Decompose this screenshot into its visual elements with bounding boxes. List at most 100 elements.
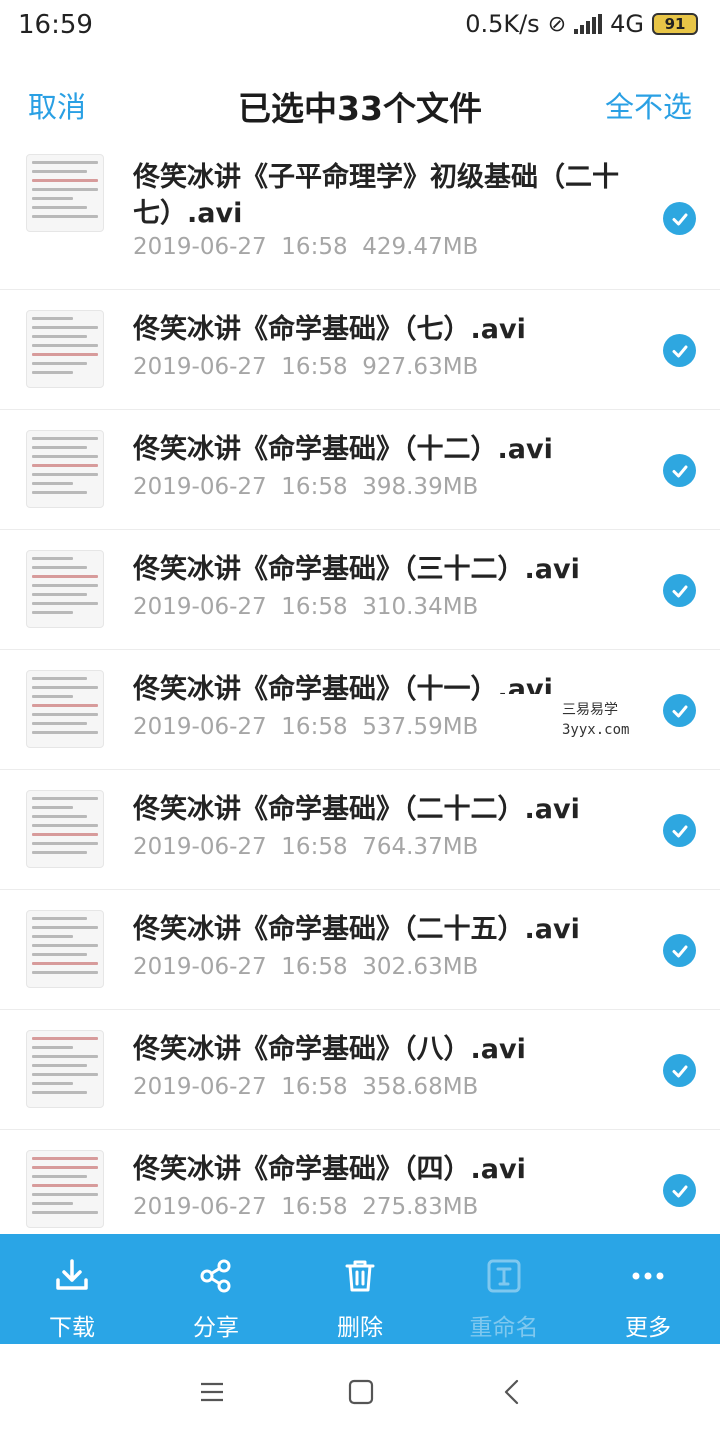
- file-time: 16:58: [281, 714, 348, 740]
- file-meta: 2019-06-27 16:58 310.34MB: [133, 594, 478, 620]
- file-row[interactable]: 佟笑冰讲《子平命理学》初级基础（二十七）.avi 2019-06-27 16:5…: [0, 150, 720, 290]
- file-size: 358.68MB: [362, 1074, 479, 1100]
- file-time: 16:58: [281, 1194, 348, 1220]
- file-name: 佟笑冰讲《命学基础》（四）.avi: [133, 1154, 526, 1185]
- deselect-all-button[interactable]: 全不选: [605, 84, 692, 126]
- file-size: 537.59MB: [362, 714, 479, 740]
- file-date: 2019-06-27: [133, 234, 267, 260]
- checkbox-checked-icon[interactable]: [663, 814, 696, 847]
- checkbox-checked-icon[interactable]: [663, 1174, 696, 1207]
- download-button[interactable]: 下载: [0, 1234, 144, 1344]
- battery-icon: 91: [652, 13, 698, 35]
- file-name: 佟笑冰讲《命学基础》（二十五）.avi: [133, 914, 580, 945]
- file-meta: 2019-06-27 16:58 358.68MB: [133, 1074, 478, 1100]
- file-time: 16:58: [281, 234, 348, 260]
- file-thumbnail: [26, 790, 104, 868]
- file-date: 2019-06-27: [133, 474, 267, 500]
- file-row[interactable]: 佟笑冰讲《命学基础》（十二）.avi 2019-06-27 16:58 398.…: [0, 410, 720, 530]
- network-type: 4G: [610, 10, 644, 38]
- checkbox-checked-icon[interactable]: [663, 1054, 696, 1087]
- file-meta: 2019-06-27 16:58 927.63MB: [133, 354, 478, 380]
- file-name: 佟笑冰讲《命学基础》（二十二）.avi: [133, 794, 580, 825]
- rename-button[interactable]: 重命名: [432, 1234, 576, 1344]
- file-time: 16:58: [281, 354, 348, 380]
- file-size: 398.39MB: [362, 474, 479, 500]
- file-date: 2019-06-27: [133, 1194, 267, 1220]
- trash-icon: [340, 1256, 380, 1296]
- file-thumbnail: [26, 154, 104, 232]
- file-name: 佟笑冰讲《命学基础》（三十二）.avi: [133, 554, 580, 585]
- share-label: 分享: [193, 1315, 239, 1341]
- file-row[interactable]: 佟笑冰讲《命学基础》（二十二）.avi 2019-06-27 16:58 764…: [0, 770, 720, 890]
- checkbox-checked-icon[interactable]: [663, 454, 696, 487]
- file-meta: 2019-06-27 16:58 537.59MB: [133, 714, 478, 740]
- share-icon: [196, 1256, 236, 1296]
- file-date: 2019-06-27: [133, 594, 267, 620]
- more-button[interactable]: 更多: [576, 1234, 720, 1344]
- file-row[interactable]: 佟笑冰讲《命学基础》（四）.avi 2019-06-27 16:58 275.8…: [0, 1130, 720, 1234]
- file-name: 佟笑冰讲《命学基础》（八）.avi: [133, 1034, 526, 1065]
- file-thumbnail: [26, 430, 104, 508]
- file-meta: 2019-06-27 16:58 302.63MB: [133, 954, 478, 980]
- checkbox-checked-icon[interactable]: [663, 934, 696, 967]
- file-time: 16:58: [281, 594, 348, 620]
- file-thumbnail: [26, 1030, 104, 1108]
- file-list[interactable]: 佟笑冰讲《子平命理学》初级基础（二十七）.avi 2019-06-27 16:5…: [0, 150, 720, 1234]
- file-meta: 2019-06-27 16:58 764.37MB: [133, 834, 478, 860]
- file-size: 310.34MB: [362, 594, 479, 620]
- rename-icon: [484, 1256, 524, 1296]
- file-thumbnail: [26, 1150, 104, 1228]
- more-label: 更多: [625, 1315, 671, 1341]
- link-icon: ⊘: [547, 11, 567, 37]
- file-size: 927.63MB: [362, 354, 479, 380]
- file-size: 275.83MB: [362, 1194, 479, 1220]
- network-speed: 0.5K/s: [465, 10, 540, 38]
- watermark-title: 三易易学: [562, 702, 618, 718]
- file-size: 429.47MB: [362, 234, 479, 260]
- file-date: 2019-06-27: [133, 714, 267, 740]
- file-thumbnail: [26, 310, 104, 388]
- checkbox-checked-icon[interactable]: [663, 202, 696, 235]
- signal-icon: [574, 14, 603, 34]
- bottom-action-bar: 下载 分享 删除 重命名 更多: [0, 1234, 720, 1344]
- more-icon: [628, 1256, 668, 1296]
- watermark-url: 3yyx.com: [562, 722, 630, 738]
- file-thumbnail: [26, 910, 104, 988]
- menu-icon[interactable]: [197, 1378, 227, 1406]
- delete-label: 删除: [337, 1315, 383, 1341]
- file-thumbnail: [26, 670, 104, 748]
- system-nav-bar: [0, 1344, 720, 1440]
- watermark: 三易易学 3yyx.com: [500, 694, 660, 750]
- file-row[interactable]: 佟笑冰讲《命学基础》（八）.avi 2019-06-27 16:58 358.6…: [0, 1010, 720, 1130]
- download-icon: [52, 1256, 92, 1296]
- file-meta: 2019-06-27 16:58 398.39MB: [133, 474, 478, 500]
- checkbox-checked-icon[interactable]: [663, 694, 696, 727]
- file-date: 2019-06-27: [133, 834, 267, 860]
- checkbox-checked-icon[interactable]: [663, 574, 696, 607]
- file-name: 佟笑冰讲《子平命理学》初级基础（二十七）.avi: [133, 162, 619, 229]
- file-date: 2019-06-27: [133, 354, 267, 380]
- status-bar: 16:59 0.5K/s ⊘ 4G 91: [0, 0, 720, 52]
- file-time: 16:58: [281, 1074, 348, 1100]
- selection-header: 取消 已选中33个文件 全不选: [0, 62, 720, 148]
- back-icon[interactable]: [498, 1378, 528, 1406]
- delete-button[interactable]: 删除: [288, 1234, 432, 1344]
- file-name: 佟笑冰讲《命学基础》（七）.avi: [133, 314, 526, 345]
- file-row[interactable]: 佟笑冰讲《命学基础》（二十五）.avi 2019-06-27 16:58 302…: [0, 890, 720, 1010]
- file-date: 2019-06-27: [133, 954, 267, 980]
- share-button[interactable]: 分享: [144, 1234, 288, 1344]
- status-indicators: 0.5K/s ⊘ 4G 91: [465, 10, 698, 38]
- file-row[interactable]: 佟笑冰讲《命学基础》（三十二）.avi 2019-06-27 16:58 310…: [0, 530, 720, 650]
- file-time: 16:58: [281, 834, 348, 860]
- file-name: 佟笑冰讲《命学基础》（十二）.avi: [133, 434, 553, 465]
- home-icon[interactable]: [346, 1378, 376, 1406]
- checkbox-checked-icon[interactable]: [663, 334, 696, 367]
- file-size: 302.63MB: [362, 954, 479, 980]
- rename-label: 重命名: [469, 1315, 539, 1341]
- file-meta: 2019-06-27 16:58 275.83MB: [133, 1194, 478, 1220]
- file-time: 16:58: [281, 474, 348, 500]
- file-row[interactable]: 佟笑冰讲《命学基础》（七）.avi 2019-06-27 16:58 927.6…: [0, 290, 720, 410]
- download-label: 下载: [49, 1315, 95, 1341]
- status-time: 16:59: [18, 10, 93, 40]
- battery-level: 91: [664, 15, 686, 33]
